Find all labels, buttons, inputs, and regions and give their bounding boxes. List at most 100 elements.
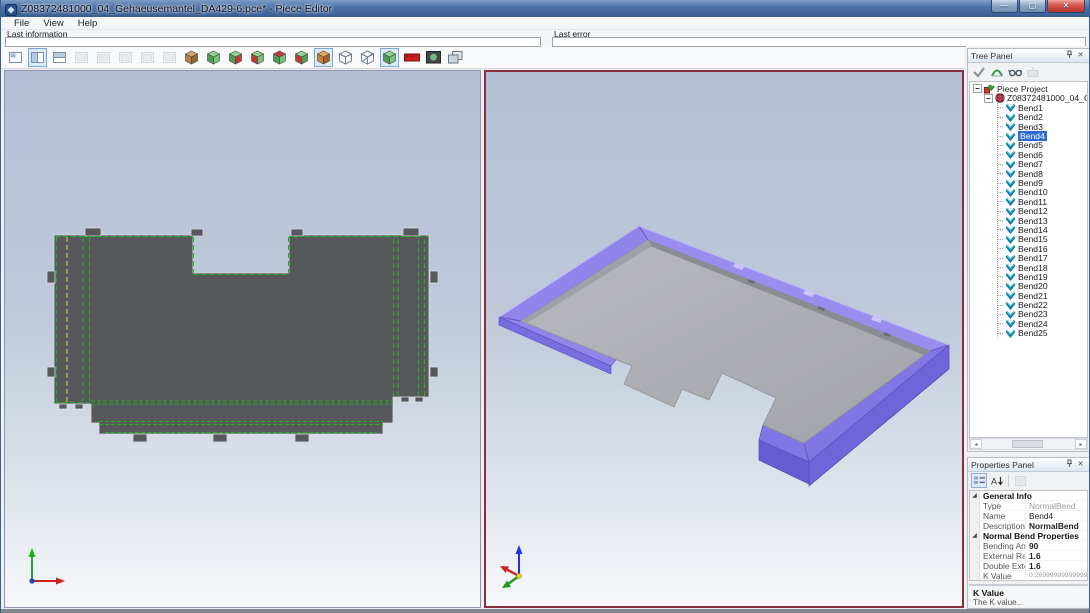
view-split-vertical-icon[interactable] [28,48,47,67]
shaded-view-icon[interactable] [380,48,399,67]
tree-item-bend20[interactable]: Bend20 [998,282,1087,291]
maximize-button[interactable]: ▢ [1019,0,1046,13]
view-pane-2-icon[interactable] [94,48,113,67]
bend-icon [1005,310,1016,319]
pin-icon[interactable] [1064,459,1075,470]
properties-toolbar: A [968,472,1089,489]
viewport-3d-model[interactable] [484,70,964,608]
close-icon[interactable]: ✕ [1075,50,1086,61]
tree-item-bend1[interactable]: Bend1 [998,103,1087,112]
tree-item-bend2[interactable]: Bend2 [998,113,1087,122]
collapse-icon[interactable] [984,94,993,103]
tree-item-bend3[interactable]: Bend3 [998,122,1087,131]
tree-panel-title: Tree Panel [971,51,1064,61]
tree-item-bend5[interactable]: Bend5 [998,141,1087,150]
tree-item-bend23[interactable]: Bend23 [998,310,1087,319]
tree-horizontal-scrollbar[interactable]: ◂ ▸ [969,438,1088,450]
tree-item-bend22[interactable]: Bend22 [998,300,1087,309]
property-row-type[interactable]: TypeNormalBend [970,501,1087,511]
bend-face-icon[interactable] [226,48,245,67]
property-category[interactable]: ◢Normal Bend Properties [970,531,1087,541]
simulation-icon[interactable] [1025,64,1041,79]
select-tool-icon[interactable] [971,64,987,79]
bend-all-icon[interactable] [292,48,311,67]
close-button[interactable]: ✕ [1047,0,1085,13]
wireframe-icon[interactable] [336,48,355,67]
tree-item-piece-file[interactable]: Z08372481000_04_Gehaeusemantel_DA429-6 [970,94,1087,104]
glasses-view-icon[interactable] [1007,64,1023,79]
tree-item-bend15[interactable]: Bend15 [998,235,1087,244]
unbend-face-icon[interactable] [248,48,267,67]
tree-panel-toolbar [968,63,1089,80]
property-row-k-value[interactable]: K Value0.26999999999999691 [970,571,1087,581]
project-icon [984,84,995,94]
tree-item-bend9[interactable]: Bend9 [998,178,1087,187]
bend-icon [1005,169,1016,178]
property-row-bending-angle[interactable]: Bending Angle90 [970,541,1087,551]
property-pages-icon[interactable] [1012,473,1028,488]
scroll-left-icon[interactable]: ◂ [970,439,982,449]
tree-item-bend7[interactable]: Bend7 [998,160,1087,169]
axis-triad-3d [498,542,548,590]
tree-item-bend18[interactable]: Bend18 [998,263,1087,272]
minimize-button[interactable]: — [991,0,1018,13]
tree-item-bend24[interactable]: Bend24 [998,319,1087,328]
cascade-windows-icon[interactable] [446,48,465,67]
pin-icon[interactable] [1064,50,1075,61]
view-split-horizontal-icon[interactable] [50,48,69,67]
property-row-external-radi-[interactable]: External Radi.1.6 [970,551,1087,561]
tree-item-bend25[interactable]: Bend25 [998,329,1087,338]
tree-item-bend6[interactable]: Bend6 [998,150,1087,159]
tree-item-bend14[interactable]: Bend14 [998,225,1087,234]
tree-item-bend10[interactable]: Bend10 [998,188,1087,197]
alphabetical-sort-icon[interactable]: A [989,473,1005,488]
tree-item-bend8[interactable]: Bend8 [998,169,1087,178]
render-mode-icon[interactable] [424,48,443,67]
collapse-arrow-icon[interactable]: ◢ [970,531,980,540]
tree-item-bend19[interactable]: Bend19 [998,272,1087,281]
tree-item-bend21[interactable]: Bend21 [998,291,1087,300]
tree-item-bend16[interactable]: Bend16 [998,244,1087,253]
property-row-double-extens[interactable]: Double Extens1.6 [970,561,1087,571]
title-bar[interactable]: Z08372481000_04_Gehaeusemantel_DA429-6.p… [1,0,1089,17]
view-pane-1-icon[interactable] [72,48,91,67]
view-pane-3-icon[interactable] [116,48,135,67]
bend-icon [1005,141,1016,150]
tree-item-bend11[interactable]: Bend11 [998,197,1087,206]
tree-panel-header[interactable]: Tree Panel ✕ [968,49,1089,63]
tree-item-piece-project[interactable]: Piece Project [970,84,1087,94]
view-pane-5-icon[interactable] [160,48,179,67]
tree-item-bend12[interactable]: Bend12 [998,206,1087,215]
property-category[interactable]: ◢General Info [970,491,1087,501]
property-row-name[interactable]: NameBend4 [970,511,1087,521]
menu-view[interactable]: View [36,18,70,29]
scroll-right-icon[interactable]: ▸ [1075,439,1087,449]
reference-cube-icon[interactable] [314,48,333,67]
bend-tool-icon[interactable] [989,64,1005,79]
application-window: Z08372481000_04_Gehaeusemantel_DA429-6.p… [0,0,1090,613]
tree-item-bend4[interactable]: Bend4 [998,131,1087,140]
last-information-input[interactable] [5,37,541,47]
solid-part-icon[interactable] [182,48,201,67]
view-single-icon[interactable] [6,48,25,67]
menu-file[interactable]: File [7,18,36,29]
collapse-icon[interactable] [973,84,982,93]
view-pane-4-icon[interactable] [138,48,157,67]
bend-icon [1005,272,1016,281]
property-row-description[interactable]: DescriptionNormalBend [970,521,1087,531]
viewport-flat-pattern[interactable] [4,70,481,608]
hidden-line-icon[interactable] [358,48,377,67]
bend-top-icon[interactable] [270,48,289,67]
scrollbar-thumb[interactable] [1012,440,1044,448]
folded-part-icon[interactable] [204,48,223,67]
menu-help[interactable]: Help [71,18,105,29]
collapse-arrow-icon[interactable]: ◢ [970,491,980,500]
categorized-icon[interactable] [971,473,987,488]
window-controls: —▢✕ [991,0,1085,13]
tree-item-bend13[interactable]: Bend13 [998,216,1087,225]
properties-panel-header[interactable]: Properties Panel ✕ [968,458,1089,472]
material-icon[interactable] [402,48,421,67]
tree-item-bend17[interactable]: Bend17 [998,253,1087,262]
window-frame-bottom [1,609,1089,613]
close-icon[interactable]: ✕ [1075,459,1086,470]
